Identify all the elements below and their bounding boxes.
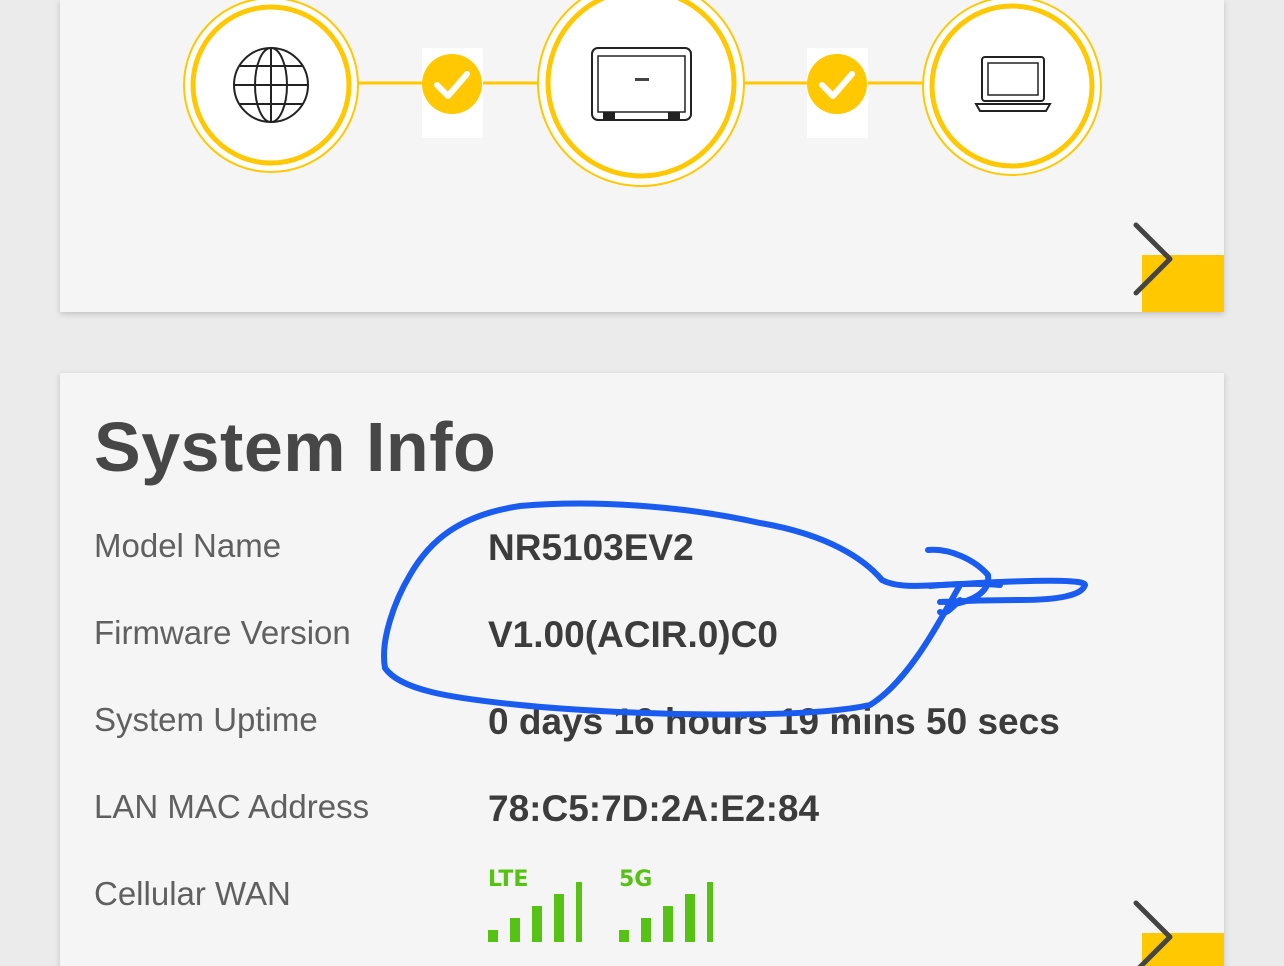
info-row-cellular-wan: Cellular WAN LTE 5G xyxy=(94,867,1194,955)
system-uptime-label: System Uptime xyxy=(94,701,318,738)
page: System Info Model Name NR5103EV2 Firmwar… xyxy=(0,0,1284,966)
signal-bar xyxy=(619,930,629,942)
laptop-icon xyxy=(922,0,1102,176)
system-uptime-value: 0 days 16 hours 19 mins 50 secs xyxy=(488,701,1060,742)
topology-diagram xyxy=(183,0,1102,187)
signal-bar xyxy=(532,906,542,942)
info-row-firmware-version: Firmware Version V1.00(ACIR.0)C0 xyxy=(94,614,1194,674)
lan-mac-label: LAN MAC Address xyxy=(94,788,370,825)
signal-bar xyxy=(510,918,520,942)
next-arrow-button[interactable] xyxy=(1133,900,1224,966)
info-row-system-uptime: System Uptime 0 days 16 hours 19 mins 50… xyxy=(94,701,1194,761)
signal-bar xyxy=(641,918,651,942)
chevron-right-icon xyxy=(1133,900,1173,966)
check-icon xyxy=(422,48,483,138)
signal-bar xyxy=(488,930,498,942)
signal-bar xyxy=(685,894,695,942)
next-arrow-button[interactable] xyxy=(1133,222,1224,312)
signal-bars-icon xyxy=(619,882,713,942)
connection-status-card xyxy=(60,0,1224,312)
info-row-lan-mac: LAN MAC Address 78:C5:7D:2A:E2:84 xyxy=(94,788,1194,848)
chevron-right-icon xyxy=(1133,222,1173,296)
system-info-card: System Info Model Name NR5103EV2 Firmwar… xyxy=(60,373,1224,966)
check-icon xyxy=(807,48,868,138)
model-name-value: NR5103EV2 xyxy=(488,527,694,568)
signal-bar xyxy=(576,882,582,942)
signal-bar xyxy=(554,894,564,942)
signal-bar xyxy=(707,882,713,942)
cellular-wan-label: Cellular WAN xyxy=(94,875,291,912)
info-row-model-name: Model Name NR5103EV2 xyxy=(94,527,1194,587)
router-icon xyxy=(537,0,745,187)
firmware-version-label: Firmware Version xyxy=(94,614,351,651)
globe-icon xyxy=(183,0,359,173)
model-name-label: Model Name xyxy=(94,527,282,564)
lan-mac-value: 78:C5:7D:2A:E2:84 xyxy=(488,788,820,829)
system-info-title: System Info xyxy=(94,408,497,486)
firmware-version-value: V1.00(ACIR.0)C0 xyxy=(488,614,778,655)
signal-bars-icon xyxy=(488,882,582,942)
signal-bar xyxy=(663,906,673,942)
